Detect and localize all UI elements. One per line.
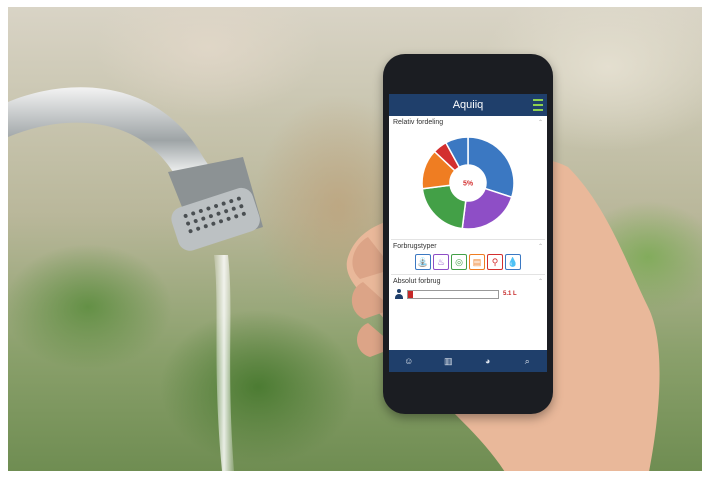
chevron-icon: ⌃ [537,279,543,285]
app-title: Aquiiq [452,99,484,111]
section-relative-title: Relativ fordeling [393,119,444,126]
donut-segment-1[interactable] [461,187,513,230]
absolute-usage-row: 5.1 L [389,286,547,302]
usage-progress-fill [408,290,413,298]
usage-progress-bar [407,289,499,299]
water-drop-icon[interactable]: 💧 [505,254,521,270]
phone-screen: Aquiiq Relativ fordeling ⌃ 5% Forbrugsty… [389,94,547,372]
background-photo: Aquiiq Relativ fordeling ⌃ 5% Forbrugsty… [8,7,702,471]
section-absolute-title: Absolut forbrug [393,278,441,285]
section-relative[interactable]: Relativ fordeling ⌃ [389,116,547,127]
pie-chart-icon[interactable]: ◕ [482,355,494,367]
section-absolute[interactable]: Absolut forbrug ⌃ [389,275,547,286]
shower-icon[interactable]: ⛲ [415,254,431,270]
faucet [8,87,660,471]
app-header: Aquiiq [389,94,547,116]
usage-type-icons: ⛲ ♨ ◎ ▤ ⚲ 💧 [389,251,547,274]
section-types[interactable]: Forbrugstyper ⌃ [389,240,547,251]
tap-icon[interactable]: ⚲ [487,254,503,270]
menu-icon[interactable] [533,99,543,111]
smartphone: Aquiiq Relativ fordeling ⌃ 5% Forbrugsty… [383,54,553,414]
donut-chart: 5% [389,127,547,239]
section-types-title: Forbrugstyper [393,243,437,250]
user-icon[interactable]: ☺ [403,355,415,367]
bath-icon[interactable]: ♨ [433,254,449,270]
bottom-tab-bar: ☺ ▥ ◕ ⌕ [389,350,547,372]
donut-svg: 5% [421,136,515,230]
search-icon[interactable]: ⌕ [521,355,533,367]
washing-machine-icon[interactable]: ◎ [451,254,467,270]
donut-segment-0[interactable] [467,136,515,199]
dishwasher-icon[interactable]: ▤ [469,254,485,270]
donut-segment-2[interactable] [421,184,467,230]
usage-value: 5.1 L [503,291,517,297]
chevron-icon: ⌃ [537,244,543,250]
bar-chart-icon[interactable]: ▥ [442,355,454,367]
person-icon [395,289,403,299]
donut-center-label: 5% [463,181,474,188]
chevron-icon: ⌃ [537,120,543,126]
